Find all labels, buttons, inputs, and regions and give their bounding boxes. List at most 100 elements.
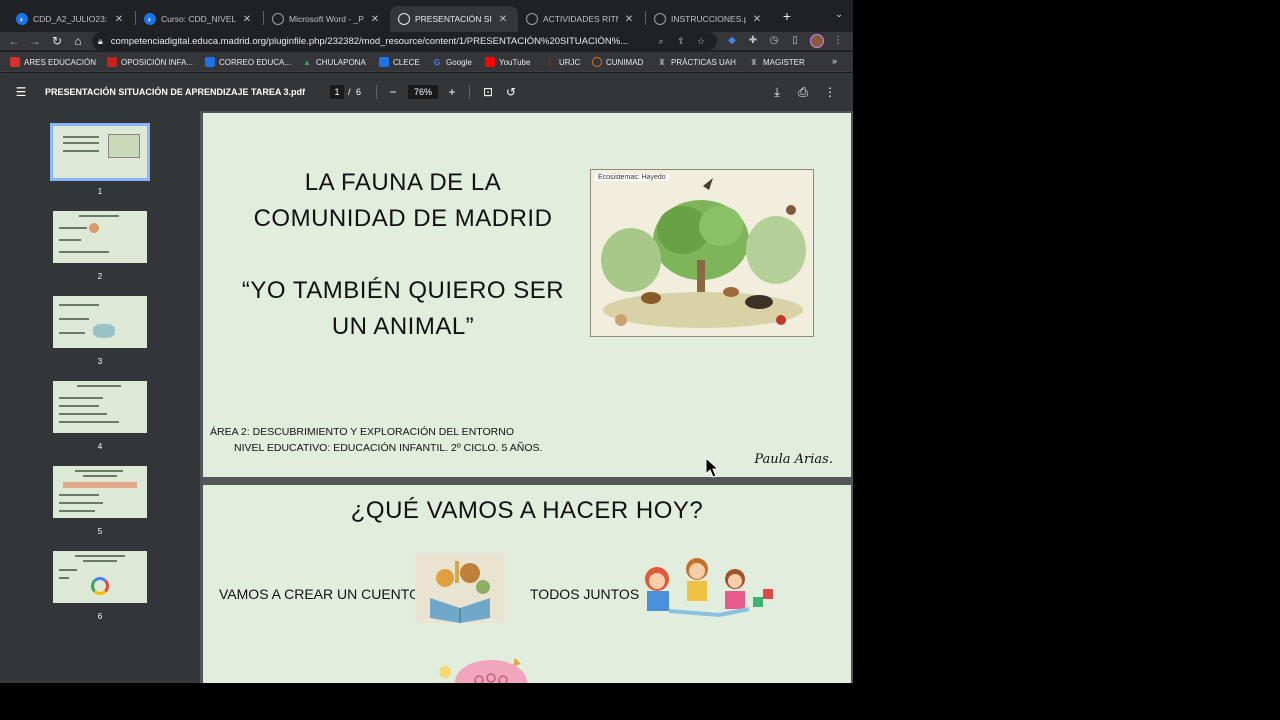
thumbnail-number: 2 xyxy=(97,272,103,281)
bookmark-label: Google xyxy=(446,57,472,67)
mouse-cursor-icon xyxy=(705,457,719,478)
download-icon[interactable]: ⤓ xyxy=(769,84,785,100)
extension-icon[interactable]: ◆ xyxy=(725,34,739,48)
close-icon[interactable]: ✕ xyxy=(112,14,126,25)
cunimad-icon xyxy=(592,57,602,67)
close-icon[interactable]: ✕ xyxy=(496,14,510,25)
url-text[interactable]: competenciadigital.educa.madrid.org/plug… xyxy=(111,36,651,47)
kebab-menu-icon[interactable]: ⋮ xyxy=(831,34,845,48)
sidepanel-icon[interactable]: ▯ xyxy=(788,34,802,48)
tab-curso-cdd[interactable]: ◐ Curso: CDD_NIVEL 2 ✕ xyxy=(136,6,262,32)
home-button[interactable]: ⌂ xyxy=(70,33,86,49)
bookmark-label: CORREO EDUCA... xyxy=(219,57,292,67)
children-reading-illustration xyxy=(639,553,779,621)
close-icon[interactable]: ✕ xyxy=(750,14,764,25)
close-icon[interactable]: ✕ xyxy=(622,14,636,25)
bookmark-label: MAGISTER xyxy=(763,57,805,67)
thumbnail-number: 5 xyxy=(97,527,103,536)
area-label: ÁREA 2: DESCUBRIMIENTO Y EXPLORACIÓN DEL… xyxy=(210,426,514,438)
image-caption: Ecosistemas: Hayedo xyxy=(595,174,669,181)
rotate-icon[interactable]: ↺ xyxy=(503,84,519,100)
bookmark-label: URJC xyxy=(559,57,581,67)
zoom-in-button[interactable]: + xyxy=(444,84,460,100)
bookmark-icon xyxy=(10,57,20,67)
print-icon[interactable]: ⎙ xyxy=(795,84,811,100)
chevron-right-icon[interactable]: » xyxy=(832,56,837,66)
bookmark-label: CLECE xyxy=(393,57,420,67)
close-icon[interactable]: ✕ xyxy=(368,14,382,25)
bookmark-correo[interactable]: CORREO EDUCA... xyxy=(205,56,291,68)
thumbnail-page-3[interactable] xyxy=(53,296,147,348)
browser-window: ◐ CDD_A2_JULIO23: Ta ✕ ◐ Curso: CDD_NIVE… xyxy=(0,0,853,683)
back-button[interactable]: ← xyxy=(6,33,22,49)
thumbnail-number: 6 xyxy=(97,612,103,621)
thumbnail-number: 1 xyxy=(97,187,103,196)
bookmark-cunimad[interactable]: CUNIMAD xyxy=(592,56,643,68)
tab-title: INSTRUCCIONES.pdf xyxy=(671,14,746,24)
bookmark-ares[interactable]: ARES EDUCACIÓN xyxy=(10,56,96,68)
bookmark-oposicion[interactable]: OPOSICIÓN INFA... xyxy=(107,56,193,68)
tab-title: PRESENTACIÓN SITU xyxy=(415,14,492,24)
reload-button[interactable]: ↻ xyxy=(49,33,65,49)
children-svg xyxy=(645,558,773,618)
thumbnail-page-4[interactable] xyxy=(53,381,147,433)
zoom-out-button[interactable]: − xyxy=(385,84,401,100)
pdf-toolbar: ☰ PRESENTACIÓN SITUACIÓN DE APRENDIZAJE … xyxy=(0,73,853,111)
menu-icon[interactable]: ☰ xyxy=(14,85,28,99)
bookmark-practicas-uah[interactable]: ♜ PRÁCTICAS UAH xyxy=(657,56,736,68)
lock-icon[interactable]: 🔒︎ xyxy=(98,36,103,47)
new-tab-button[interactable]: + xyxy=(779,8,795,24)
star-icon[interactable]: ☆ xyxy=(691,36,711,47)
mail-icon xyxy=(205,57,215,67)
bookmark-label: ARES EDUCACIÓN xyxy=(24,57,97,67)
brain-illustration xyxy=(433,650,533,683)
tab-title: Curso: CDD_NIVEL 2 xyxy=(161,14,236,24)
bookmark-urjc[interactable]: ṭ URJC xyxy=(545,56,580,68)
slide-title-line: COMUNIDAD DE MADRID xyxy=(253,205,553,232)
urjc-icon: ṭ xyxy=(548,57,552,67)
level-label: NIVEL EDUCATIVO: EDUCACIÓN INFANTIL. 2º … xyxy=(234,442,543,454)
bookmark-youtube[interactable]: YouTube xyxy=(485,56,530,68)
tab-cdd-a2[interactable]: ◐ CDD_A2_JULIO23: Ta ✕ xyxy=(8,6,134,32)
tab-actividades-ritmos[interactable]: ACTIVIDADES RITMOS ✕ xyxy=(518,6,644,32)
globe-icon xyxy=(272,13,284,25)
fit-page-icon[interactable]: ⊡ xyxy=(480,84,496,100)
thumbnail-page-1[interactable] xyxy=(50,123,150,181)
share-icon[interactable]: ⇪ xyxy=(671,36,691,47)
tab-instrucciones[interactable]: INSTRUCCIONES.pdf ✕ xyxy=(646,6,772,32)
bookmark-label: CHULAPONA xyxy=(316,57,366,67)
tab-title: ACTIVIDADES RITMOS xyxy=(543,14,618,24)
bookmark-clece[interactable]: CLECE xyxy=(379,56,420,68)
tab-strip: ◐ CDD_A2_JULIO23: Ta ✕ ◐ Curso: CDD_NIVE… xyxy=(0,0,853,32)
bookmark-label: CUNIMAD xyxy=(606,57,644,67)
history-icon[interactable]: ◷ xyxy=(767,34,781,48)
puzzle-icon[interactable]: ✚ xyxy=(746,34,760,48)
address-bar[interactable]: 🔒︎ competenciadigital.educa.madrid.org/p… xyxy=(92,32,717,50)
thumbnail-page-5[interactable] xyxy=(53,466,147,518)
tab-presentacion[interactable]: PRESENTACIÓN SITU ✕ xyxy=(390,6,518,32)
tab-microsoft-word[interactable]: Microsoft Word - _PL ✕ xyxy=(264,6,390,32)
thumbnail-number: 3 xyxy=(97,357,103,366)
zoom-input[interactable]: 76% xyxy=(408,85,438,99)
thumbnail-page-2[interactable] xyxy=(53,211,147,263)
bookmark-chulapona[interactable]: ▲ CHULAPONA xyxy=(302,56,366,68)
ecosystem-illustration: Ecosistemas: Hayedo xyxy=(590,169,814,337)
zoom-icon[interactable]: ⌕ xyxy=(651,36,671,47)
bookmark-google[interactable]: G Google xyxy=(432,56,472,68)
forward-button[interactable]: → xyxy=(27,33,43,49)
tab-title: CDD_A2_JULIO23: Ta xyxy=(33,14,108,24)
more-options-icon[interactable]: ⋮ xyxy=(822,84,838,100)
pdf-viewer[interactable]: LA FAUNA DE LA COMUNIDAD DE MADRID “YO T… xyxy=(200,111,853,683)
globe-icon xyxy=(526,13,538,25)
thumbnail-page-6[interactable] xyxy=(53,551,147,603)
chevron-down-icon[interactable]: ⌄ xyxy=(832,9,846,23)
bookmark-magister[interactable]: ♜ MAGISTER xyxy=(749,56,805,68)
avatar[interactable] xyxy=(810,34,824,48)
bookmark-icon xyxy=(107,57,117,67)
google-icon: G xyxy=(433,57,441,67)
close-icon[interactable]: ✕ xyxy=(240,14,254,25)
thumbnail-sidebar: 1 2 3 4 5 6 xyxy=(0,111,200,683)
storybook-illustration xyxy=(415,553,505,623)
slide-title-line: LA FAUNA DE LA xyxy=(304,169,502,196)
page-number-input[interactable]: 1 xyxy=(330,85,344,99)
